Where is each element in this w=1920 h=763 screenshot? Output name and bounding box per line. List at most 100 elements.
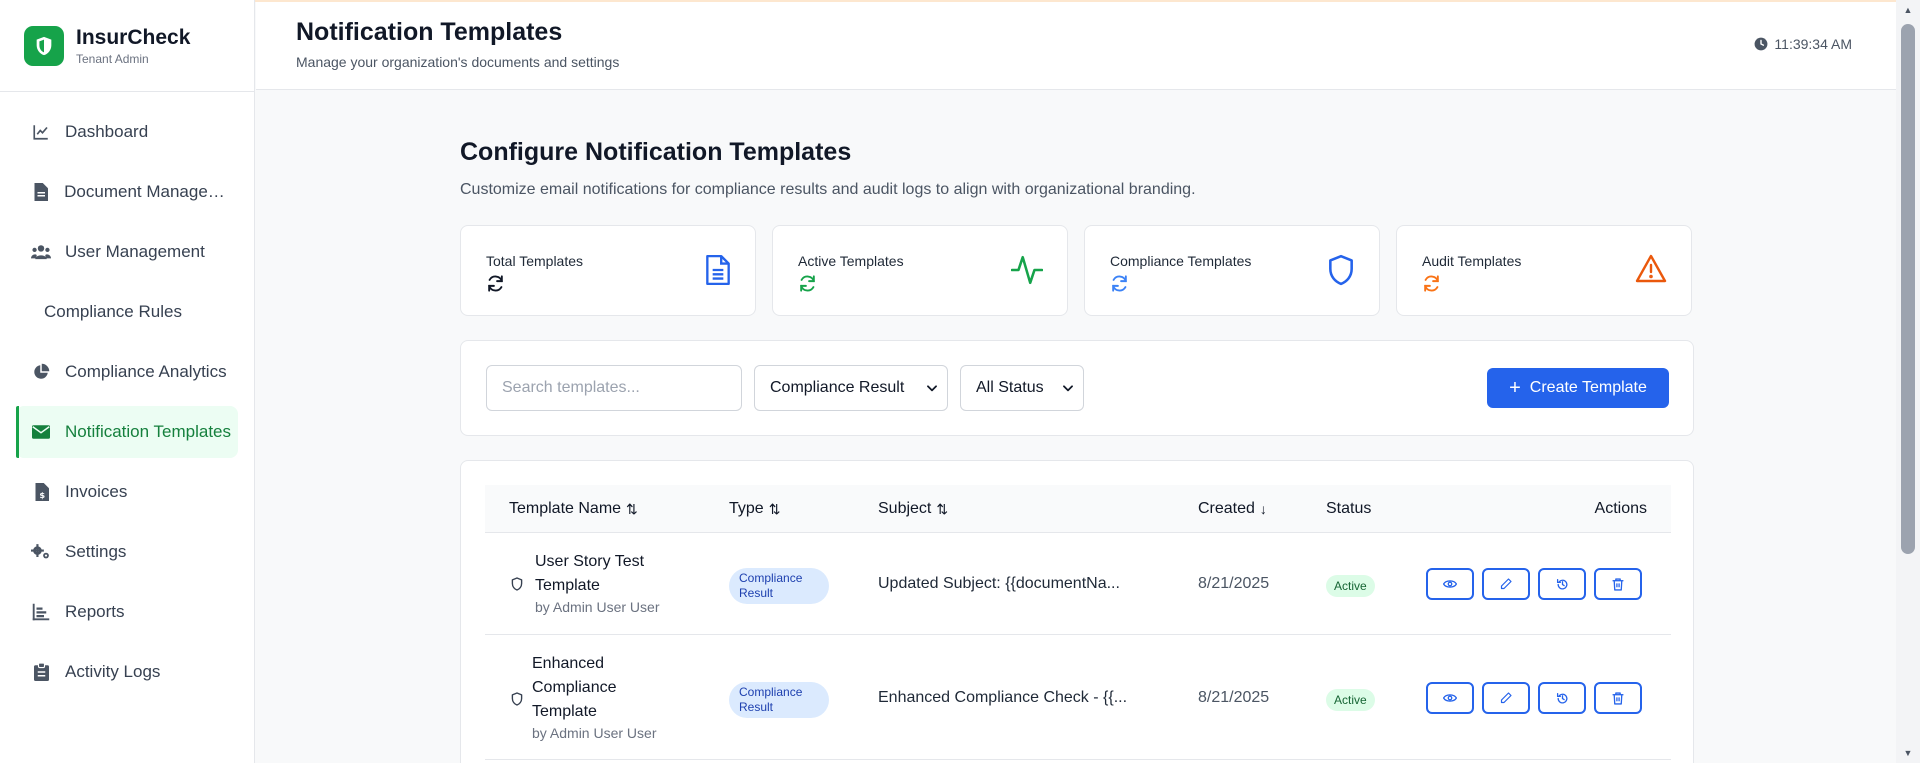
create-template-button[interactable]: + Create Template <box>1487 368 1669 408</box>
scroll-down-arrow-icon[interactable]: ▼ <box>1902 747 1914 759</box>
cogs-icon <box>31 542 51 562</box>
shield-icon <box>511 692 523 711</box>
app-role: Tenant Admin <box>76 51 149 66</box>
sort-icon: ⇅ <box>936 500 949 517</box>
app-name: InsurCheck <box>76 25 191 49</box>
sidebar-item-label: Compliance Analytics <box>65 362 227 381</box>
templates-table: Template Name ⇅ Type ⇅ Subject ⇅ Created ↓ S… <box>460 460 1694 763</box>
filters-bar: Compliance Result All Status + Create Te… <box>460 340 1694 436</box>
type-badge: Compliance Result <box>729 682 829 718</box>
template-author: by Admin User User <box>532 725 657 741</box>
template-name: Enhanced Compliance Template <box>532 652 616 724</box>
template-author: by Admin User User <box>535 599 660 615</box>
sidebar-item-dashboard[interactable]: Dashboard <box>16 106 238 158</box>
edit-button[interactable] <box>1482 682 1530 714</box>
envelope-icon <box>31 422 51 442</box>
shield-icon <box>1327 254 1355 291</box>
column-header-type[interactable]: Type ⇅ <box>729 500 780 518</box>
sidebar-item-label: User Management <box>65 242 205 261</box>
search-input[interactable] <box>486 365 742 411</box>
sidebar-item-notification-templates[interactable]: Notification Templates <box>16 406 238 458</box>
template-name-line: Template <box>535 577 600 594</box>
page-scrollbar[interactable]: ▲ ▼ <box>1896 0 1920 763</box>
sidebar-item-label: Notification Templates <box>65 422 231 441</box>
page-title: Notification Templates <box>296 18 563 46</box>
sidebar-item-activity-logs[interactable]: Activity Logs <box>16 646 238 698</box>
section-subtitle: Customize email notifications for compli… <box>460 181 1196 198</box>
stat-card-active: Active Templates <box>772 225 1068 316</box>
sidebar-item-settings[interactable]: Settings <box>16 526 238 578</box>
type-select[interactable]: Compliance Result <box>754 365 948 411</box>
status-select-value: All Status <box>976 379 1044 396</box>
type-badge-line: Compliance <box>739 571 803 585</box>
sort-icon: ⇅ <box>768 500 781 517</box>
chevron-down-icon <box>1063 385 1073 392</box>
sidebar-item-user-management[interactable]: User Management <box>16 226 238 278</box>
sidebar-item-reports[interactable]: Reports <box>16 586 238 638</box>
status-badge: Active <box>1326 575 1375 597</box>
scrollbar-thumb[interactable] <box>1901 24 1915 554</box>
table-header: Template Name ⇅ Type ⇅ Subject ⇅ Created ↓ S… <box>485 485 1671 533</box>
activity-icon <box>1010 254 1044 291</box>
plus-icon: + <box>1509 377 1521 399</box>
stat-label: Total Templates <box>486 253 584 269</box>
stats-row: Total Templates Active Templates Complia… <box>460 225 1692 316</box>
view-button[interactable] <box>1426 682 1474 714</box>
sidebar-item-document-management[interactable]: Document Management <box>16 166 238 218</box>
delete-button[interactable] <box>1594 568 1642 600</box>
sidebar-item-label: Document Management <box>64 182 238 201</box>
sidebar-item-label: Compliance Rules <box>44 302 182 321</box>
type-badge: Compliance Result <box>729 568 829 604</box>
delete-button[interactable] <box>1594 682 1642 714</box>
table-row: User Story Test Template by Admin User U… <box>485 534 1671 635</box>
view-button[interactable] <box>1426 568 1474 600</box>
sidebar-item-invoices[interactable]: $ Invoices <box>16 466 238 518</box>
refresh-icon <box>486 274 505 298</box>
row-actions <box>1426 682 1642 714</box>
template-subject: Enhanced Compliance Check - {{... <box>878 689 1128 706</box>
template-name: User Story Test Template <box>535 550 644 598</box>
warning-icon <box>1635 254 1667 289</box>
template-name-line: Compliance <box>532 679 617 696</box>
history-button[interactable] <box>1538 682 1586 714</box>
refresh-icon <box>798 274 817 298</box>
sidebar-item-compliance-rules[interactable]: Compliance Rules <box>16 286 238 338</box>
edit-button[interactable] <box>1482 568 1530 600</box>
page-subtitle: Manage your organization's documents and… <box>296 54 620 70</box>
sort-desc-icon: ↓ <box>1259 501 1267 517</box>
stat-card-audit: Audit Templates <box>1396 225 1692 316</box>
status-select[interactable]: All Status <box>960 365 1084 411</box>
history-button[interactable] <box>1538 568 1586 600</box>
column-header-name[interactable]: Template Name ⇅ <box>509 500 638 518</box>
sidebar-item-label: Invoices <box>65 482 128 501</box>
stat-card-compliance: Compliance Templates <box>1084 225 1380 316</box>
shield-logo-icon <box>24 25 64 66</box>
clock-icon <box>1755 37 1768 51</box>
stat-label: Compliance Templates <box>1110 253 1252 269</box>
sidebar-item-compliance-analytics[interactable]: Compliance Analytics <box>16 346 238 398</box>
row-actions <box>1426 568 1642 600</box>
file-icon <box>31 182 50 202</box>
eye-icon <box>1443 694 1457 702</box>
column-label: Template Name <box>509 500 622 517</box>
create-template-label: Create Template <box>1529 379 1647 396</box>
created-date: 8/21/2025 <box>1198 689 1270 706</box>
type-badge-line: Result <box>739 700 774 714</box>
trash-icon <box>1612 577 1624 591</box>
refresh-icon <box>1110 274 1129 298</box>
column-header-subject[interactable]: Subject ⇅ <box>878 500 948 518</box>
chevron-down-icon <box>927 385 937 392</box>
created-date: 8/21/2025 <box>1198 575 1270 592</box>
template-subject: Updated Subject: {{documentNa... <box>878 575 1120 592</box>
template-name-line: User Story Test <box>535 553 645 570</box>
sort-icon: ⇅ <box>626 500 638 517</box>
section-title: Configure Notification Templates <box>460 138 852 166</box>
brand[interactable]: InsurCheck Tenant Admin <box>0 0 254 92</box>
invoice-icon: $ <box>31 482 51 502</box>
scroll-up-arrow-icon[interactable]: ▲ <box>1902 4 1914 16</box>
status-badge: Active <box>1326 689 1375 711</box>
column-label: Created <box>1198 500 1255 517</box>
column-header-created[interactable]: Created ↓ <box>1198 500 1267 518</box>
type-badge-line: Compliance <box>739 685 803 699</box>
column-label: Actions <box>1594 500 1647 517</box>
